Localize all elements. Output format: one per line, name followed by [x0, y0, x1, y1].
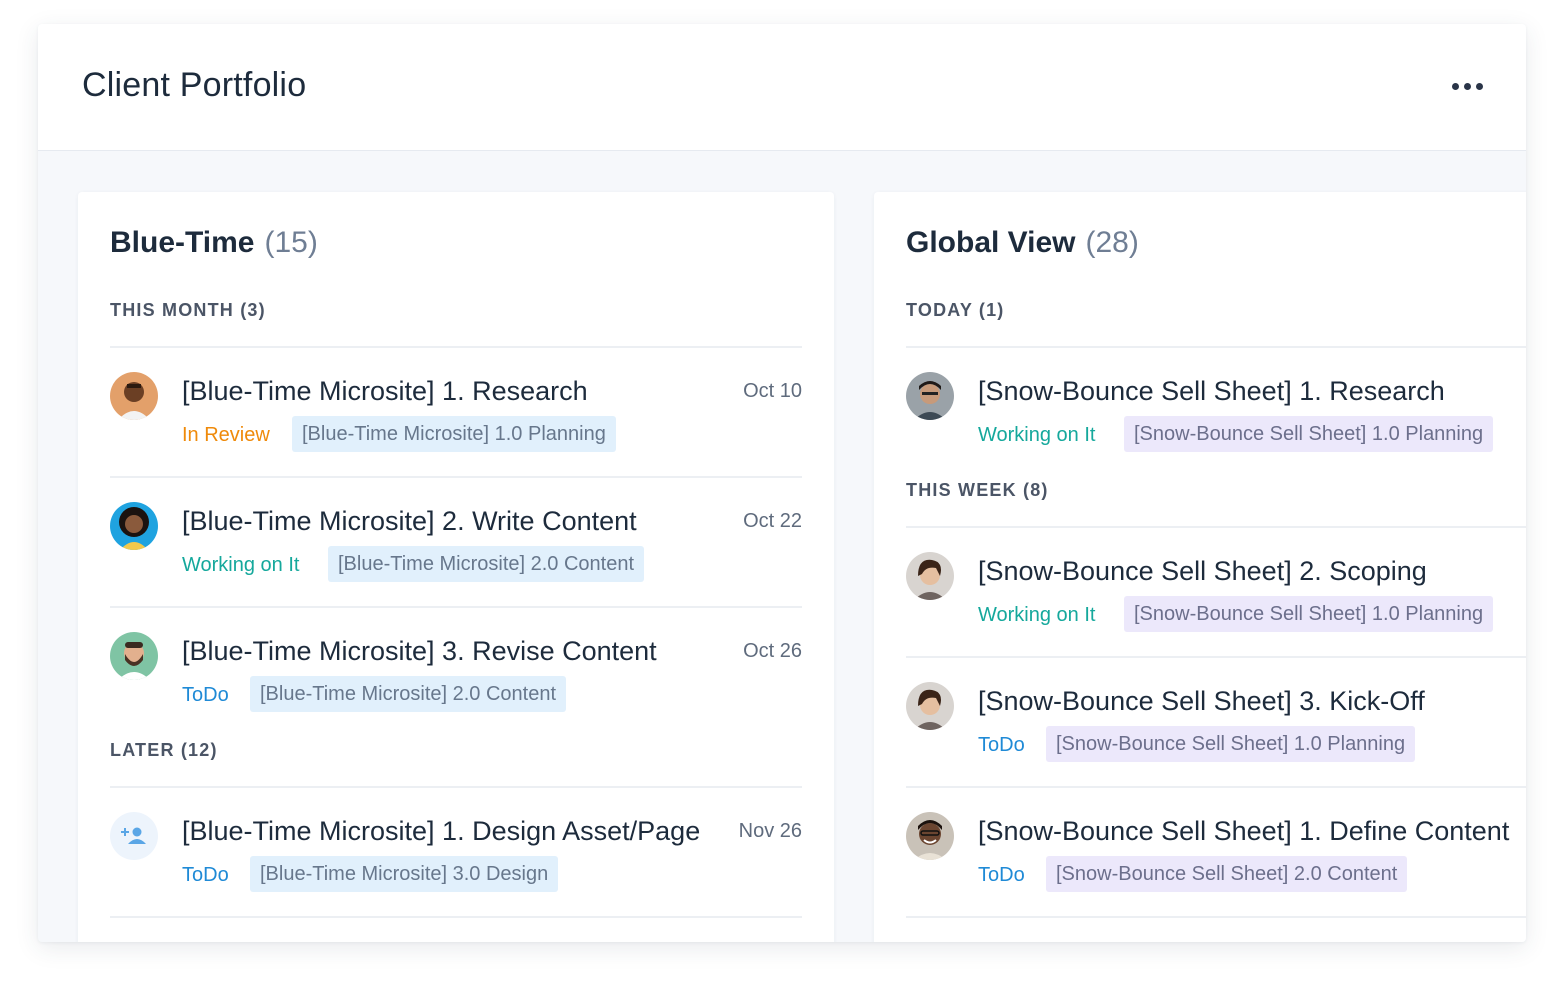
task-title[interactable]: [Snow-Bounce Sell Sheet] 3. Kick-Off [978, 686, 1425, 717]
task-title[interactable]: [Blue-Time Microsite] 3. Revise Content [182, 636, 657, 667]
section-label: LATER (12) [110, 740, 218, 760]
task-status[interactable]: ToDo [978, 864, 1025, 887]
task-item[interactable]: [Snow-Bounce Sell Sheet] 1. Research Wor… [906, 348, 1526, 478]
task-item[interactable]: [Blue-Time Microsite] 1. Design Asset/Pa… [110, 788, 802, 918]
panel-title: Global View (28) [906, 226, 1139, 260]
page-title: Client Portfolio [82, 66, 307, 104]
add-user-icon [121, 827, 146, 844]
task-title[interactable]: [Snow-Bounce Sell Sheet] 1. Define Conte… [978, 816, 1509, 847]
app-window: Client Portfolio Blue-Time (15) THIS MONT… [38, 24, 1526, 942]
task-status[interactable]: ToDo [182, 684, 229, 707]
task-group-tag[interactable]: [Blue-Time Microsite] 3.0 Design [250, 856, 559, 892]
panel-title-text[interactable]: Blue-Time [110, 226, 254, 259]
task-item[interactable]: [Snow-Bounce Sell Sheet] 2. Scoping Work… [906, 528, 1526, 658]
page-header: Client Portfolio [38, 24, 1526, 151]
avatar [110, 632, 158, 680]
task-due-date: Oct 22 [743, 510, 802, 532]
task-item[interactable]: [Blue-Time Microsite] 1. Research Oct 10… [110, 348, 802, 478]
divider [110, 916, 802, 918]
task-due-date: Oct 10 [743, 380, 802, 402]
task-title[interactable]: [Snow-Bounce Sell Sheet] 1. Research [978, 376, 1445, 407]
task-title[interactable]: [Blue-Time Microsite] 1. Design Asset/Pa… [182, 816, 700, 847]
more-options-button[interactable] [1442, 74, 1492, 98]
task-status[interactable]: ToDo [182, 864, 229, 887]
divider [906, 916, 1526, 918]
panel-count: (28) [1085, 226, 1139, 259]
avatar [906, 812, 954, 860]
task-status[interactable]: In Review [182, 424, 270, 447]
panel-title-text[interactable]: Global View [906, 226, 1076, 259]
panel-blue-time: Blue-Time (15) THIS MONTH (3) [Blue-Time … [78, 192, 834, 942]
task-group-tag[interactable]: [Snow-Bounce Sell Sheet] 1.0 Planning [1046, 726, 1416, 762]
section-label: TODAY (1) [906, 300, 1005, 320]
task-due-date: Oct 26 [743, 640, 802, 662]
task-due-date: Nov 26 [738, 820, 802, 842]
avatar [906, 372, 954, 420]
task-item[interactable]: [Snow-Bounce Sell Sheet] 3. Kick-Off ToD… [906, 658, 1526, 788]
panel-count: (15) [264, 226, 318, 259]
section-label: THIS MONTH (3) [110, 300, 266, 320]
avatar [906, 682, 954, 730]
task-item[interactable]: [Snow-Bounce Sell Sheet] 1. Define Conte… [906, 788, 1526, 918]
more-dot [1463, 82, 1471, 90]
task-status[interactable]: Working on It [978, 424, 1095, 447]
task-group-tag[interactable]: [Snow-Bounce Sell Sheet] 2.0 Content [1046, 856, 1408, 892]
task-status[interactable]: ToDo [978, 734, 1025, 757]
task-item[interactable]: [Blue-Time Microsite] 3. Revise Content … [110, 608, 802, 738]
task-group-tag[interactable]: [Snow-Bounce Sell Sheet] 1.0 Planning [1124, 596, 1494, 632]
task-status[interactable]: Working on It [978, 604, 1095, 627]
task-title[interactable]: [Snow-Bounce Sell Sheet] 2. Scoping [978, 556, 1427, 587]
task-group-tag[interactable]: [Blue-Time Microsite] 2.0 Content [250, 676, 567, 712]
task-status[interactable]: Working on It [182, 554, 299, 577]
panel-global-view: Global View (28) TODAY (1) [Snow-Bounce S… [874, 192, 1526, 942]
panel-title: Blue-Time (15) [110, 226, 318, 260]
unassigned-avatar[interactable] [110, 812, 158, 860]
avatar [110, 502, 158, 550]
task-title[interactable]: [Blue-Time Microsite] 2. Write Content [182, 506, 637, 537]
more-dot [1475, 82, 1483, 90]
task-group-tag[interactable]: [Blue-Time Microsite] 1.0 Planning [292, 416, 616, 452]
section-label: THIS WEEK (8) [906, 480, 1049, 500]
avatar [906, 552, 954, 600]
task-title[interactable]: [Blue-Time Microsite] 1. Research [182, 376, 588, 407]
more-horizontal-icon [1451, 82, 1459, 90]
avatar [110, 372, 158, 420]
task-item[interactable]: [Blue-Time Microsite] 2. Write Content O… [110, 478, 802, 608]
task-group-tag[interactable]: [Blue-Time Microsite] 2.0 Content [328, 546, 645, 582]
task-group-tag[interactable]: [Snow-Bounce Sell Sheet] 1.0 Planning [1124, 416, 1494, 452]
